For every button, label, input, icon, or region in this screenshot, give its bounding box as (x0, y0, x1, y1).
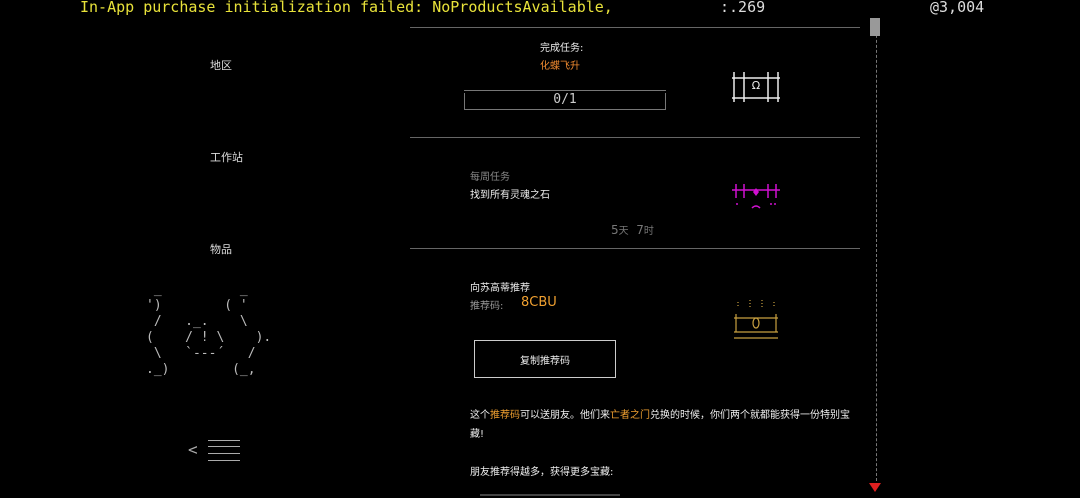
gold-chest-icon (734, 300, 778, 339)
next-section-edge (480, 494, 620, 496)
highlight-referral-code: 推荐码 (490, 410, 520, 421)
progress-text: 0/1 (553, 92, 577, 107)
currency-counter: @3,004 (930, 0, 985, 16)
copy-referral-code-button[interactable]: 复制推荐码 (474, 340, 616, 378)
weekly-task-name: 找到所有灵魂之石 (470, 190, 550, 201)
task-progress-bar: 0/1 (464, 90, 666, 110)
divider (410, 248, 860, 249)
svg-text:Ω: Ω (752, 79, 760, 92)
iap-error-message: In-App purchase initialization failed: N… (80, 0, 613, 16)
back-arrow-icon: < (188, 440, 198, 459)
ticker-readout: :.269 (720, 0, 766, 16)
task-name: 化蝶飞升 (540, 61, 580, 72)
task-label: 完成任务: (540, 43, 584, 54)
top-status-bar: In-App purchase initialization failed: N… (0, 0, 1080, 20)
scrollbar-track[interactable] (876, 20, 877, 486)
scroll-down-arrow-icon[interactable] (869, 483, 881, 492)
referral-title: 向苏高蒂推荐 (470, 283, 530, 294)
scrollbar-thumb[interactable] (870, 18, 880, 36)
more-referrals-text: 朋友推荐得越多，获得更多宝藏: (470, 467, 614, 478)
nav-item-workstation[interactable]: 工作站 (210, 149, 243, 165)
timer-days-unit: 天 (618, 226, 629, 237)
divider (410, 137, 860, 138)
timer-hours: 7 (636, 223, 644, 237)
referral-description: 这个推荐码可以送朋友。他们来亡者之门兑换的时候，你们两个就都能获得一份特别宝藏! (470, 410, 850, 440)
divider (410, 27, 860, 28)
weekly-task-label: 每周任务 (470, 172, 510, 183)
referral-code: 8CBU (521, 295, 557, 310)
soulstone-icon (732, 184, 780, 209)
highlight-gate-of-dead: 亡者之门 (610, 410, 650, 421)
ascii-character-art: _ _ ') ( ' / ._. \ ( / ! \ ). \ `---´ / … (146, 282, 272, 377)
chest-omega-icon: Ω (732, 72, 780, 102)
timer-hours-unit: 时 (643, 226, 654, 237)
referral-code-label: 推荐码: (470, 301, 504, 312)
nav-item-items[interactable]: 物品 (210, 241, 232, 257)
nav-item-region[interactable]: 地区 (210, 57, 232, 73)
timer-days: 5 (611, 223, 619, 237)
back-button[interactable]: < (188, 438, 248, 464)
weekly-timer: 5天 7时 (611, 222, 654, 237)
